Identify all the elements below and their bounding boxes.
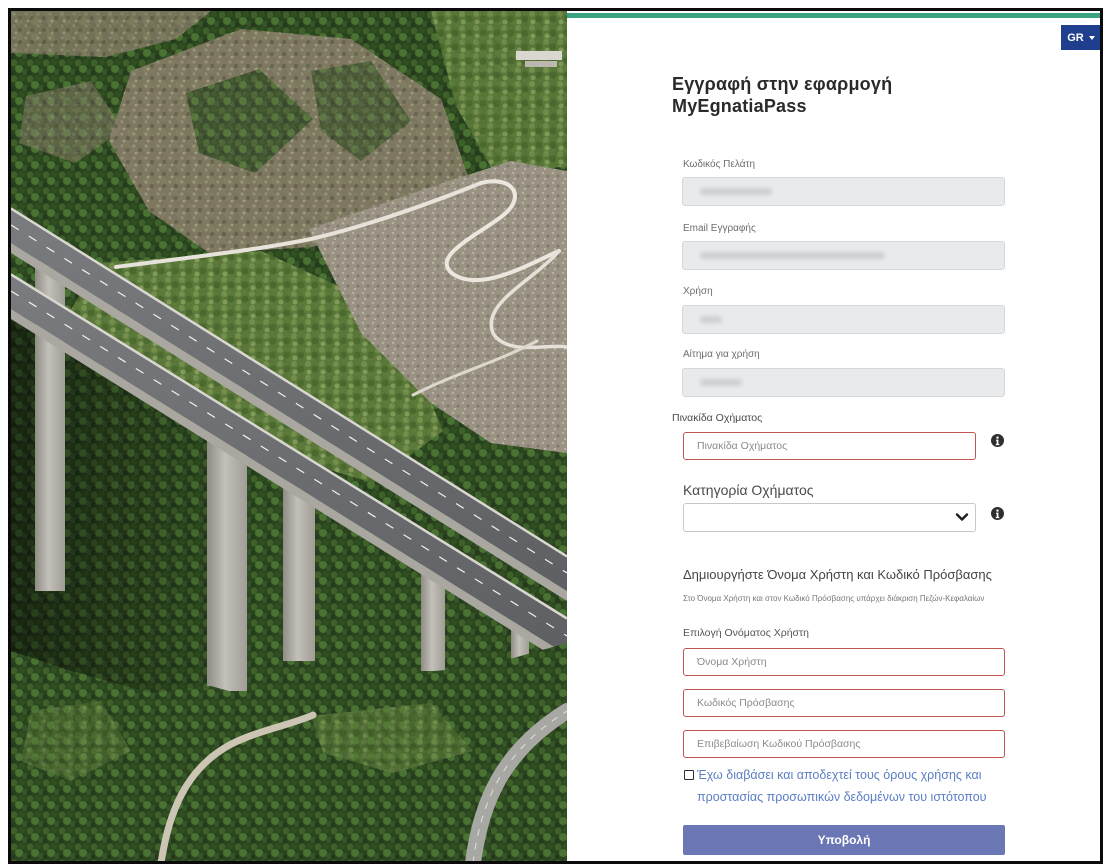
- language-label: GR: [1067, 31, 1084, 44]
- vehicle-plate-label: Πινακίδα Οχήματος: [672, 412, 763, 424]
- terms-checkbox[interactable]: [684, 770, 694, 780]
- redacted-value: [700, 252, 885, 259]
- hero-photo-illustration: [11, 11, 567, 861]
- hero-photo: [11, 11, 567, 861]
- password-input[interactable]: [683, 689, 1005, 717]
- screenshot-frame: GR Εγγραφή στην εφαρμογή MyEgnatiaPass Κ…: [8, 8, 1103, 864]
- info-circle-icon[interactable]: [991, 507, 1004, 520]
- language-selector-button[interactable]: GR: [1061, 25, 1100, 50]
- registration-email-field: [682, 241, 1005, 270]
- usage-input: [682, 305, 1005, 334]
- submit-button[interactable]: Υποβολή: [683, 825, 1005, 855]
- terms-link[interactable]: Έχω διαβάσει και αποδεχτεί τους όρους χρ…: [697, 764, 1017, 808]
- caret-down-icon: [1088, 35, 1095, 40]
- page-title-line-1: Εγγραφή στην εφαρμογή: [672, 74, 893, 94]
- customer-code-label: Κωδικός Πελάτη: [683, 159, 756, 170]
- page-title-line-2: MyEgnatiaPass: [672, 96, 807, 116]
- vehicle-category-label: Κατηγορία Οχήματος: [683, 482, 814, 498]
- confirm-password-input[interactable]: [683, 730, 1005, 758]
- page-title: Εγγραφή στην εφαρμογή MyEgnatiaPass: [672, 73, 892, 117]
- redacted-value: [700, 379, 742, 386]
- username-input[interactable]: [683, 648, 1005, 676]
- vehicle-plate-input[interactable]: [683, 432, 976, 460]
- usage-request-field: [682, 368, 1005, 397]
- credentials-heading: Δημιουργήστε Όνομα Χρήστη και Κωδικό Πρό…: [683, 567, 992, 582]
- accent-bar: [567, 13, 1100, 18]
- vehicle-category-select[interactable]: [683, 503, 976, 532]
- usage-label: Χρήση: [683, 286, 713, 297]
- registration-email-label: Email Εγγραφής: [683, 223, 756, 234]
- redacted-value: [700, 188, 772, 195]
- usage-field: [682, 305, 1005, 334]
- registration-panel: GR Εγγραφή στην εφαρμογή MyEgnatiaPass Κ…: [567, 11, 1100, 861]
- redacted-value: [700, 316, 722, 323]
- info-circle-icon[interactable]: [991, 434, 1004, 447]
- usage-request-label: Αίτημα για χρήση: [683, 349, 760, 360]
- customer-code-field: [682, 177, 1005, 206]
- case-sensitivity-note: Στο Όνομα Χρήστη και στον Κωδικό Πρόσβασ…: [683, 594, 985, 603]
- username-label: Επιλογή Ονόματος Χρήστη: [683, 627, 809, 639]
